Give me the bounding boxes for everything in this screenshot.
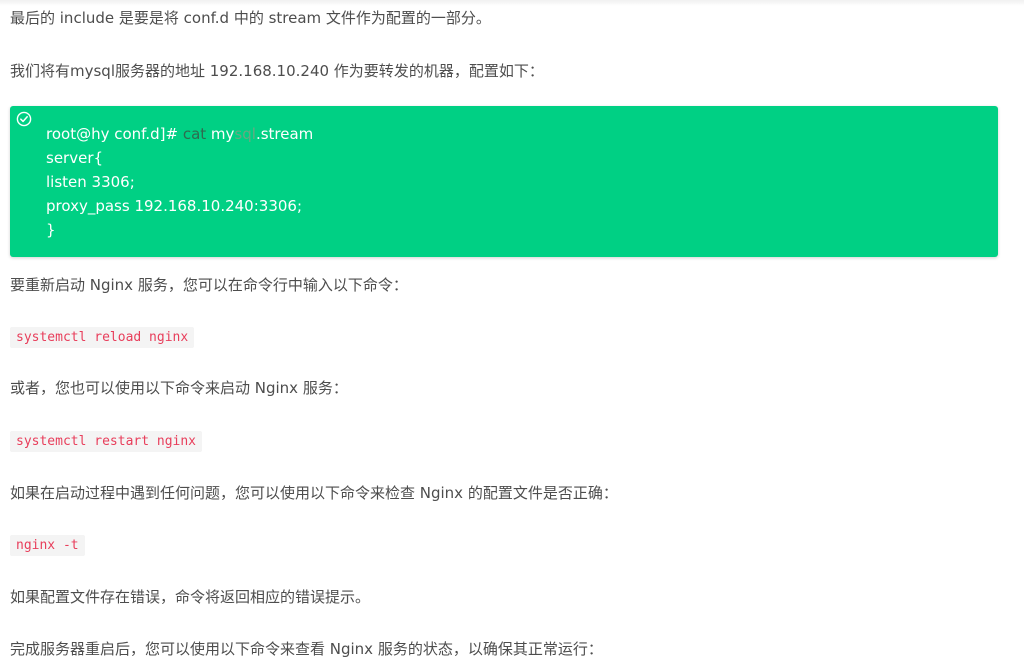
code-lines: root@hy conf.d]# cat mysql.stream server…: [46, 122, 313, 242]
code-line-3: listen 3306;: [46, 173, 135, 191]
code-line-5: }: [46, 221, 56, 239]
code-line-2: server{: [46, 149, 104, 167]
paragraph-troubleshoot: 如果在启动过程中遇到任何问题，您可以使用以下命令来检查 Nginx 的配置文件是…: [10, 484, 618, 502]
paragraph-status: 完成服务器重启后，您可以使用以下命令来查看 Nginx 服务的状态，以确保其正常…: [10, 640, 603, 658]
paragraph-alternative: 或者，您也可以使用以下命令来启动 Nginx 服务：: [10, 379, 348, 397]
code-sql: sql: [234, 125, 256, 143]
paragraph-include: 最后的 include 是要是将 conf.d 中的 stream 文件作为配置…: [10, 9, 491, 27]
code-line-1: root@hy conf.d]# cat mysql.stream: [46, 122, 313, 146]
code-cat: cat: [182, 125, 207, 143]
code-my: my: [206, 125, 235, 143]
restart-command: systemctl restart nginx: [10, 431, 203, 452]
paragraph-error-hint: 如果配置文件存在错误，命令将返回相应的错误提示。: [10, 588, 371, 606]
check-circle-icon: [16, 111, 32, 127]
paragraph-restart-intro: 要重新启动 Nginx 服务，您可以在命令行中输入以下命令：: [10, 276, 408, 294]
test-command: nginx -t: [10, 535, 85, 556]
paragraph-mysql-forward: 我们将有mysql服务器的地址 192.168.10.240 作为要转发的机器，…: [10, 62, 544, 80]
code-line-4: proxy_pass 192.168.10.240:3306;: [46, 197, 303, 215]
code-block: root@hy conf.d]# cat mysql.stream server…: [10, 106, 998, 257]
code-prompt: root@hy conf.d]#: [46, 125, 183, 143]
top-shadow: [0, 0, 1024, 6]
code-stream: .stream: [255, 125, 314, 143]
reload-command: systemctl reload nginx: [10, 327, 195, 348]
